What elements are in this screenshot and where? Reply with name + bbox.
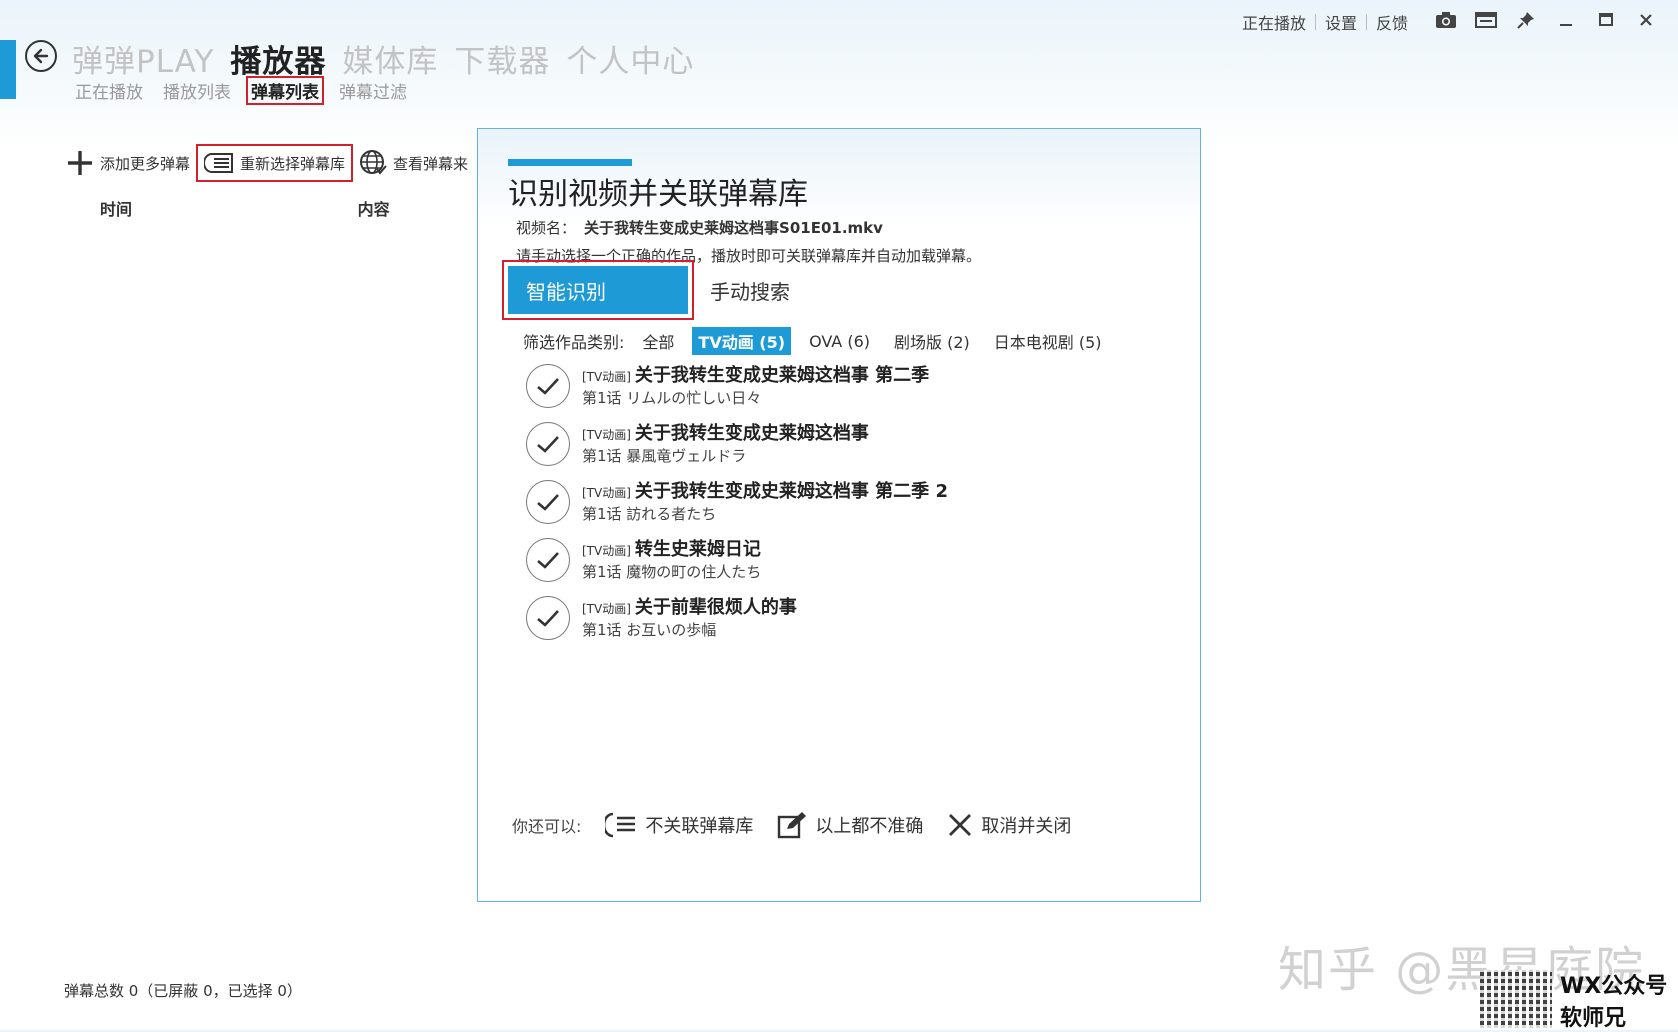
window-icon[interactable] xyxy=(1470,8,1502,32)
filter-all[interactable]: 全部 xyxy=(636,327,680,355)
window-controls xyxy=(1430,8,1662,32)
result-episode: 第1话 魔物の町の住人たち xyxy=(582,563,762,581)
pin-icon[interactable] xyxy=(1510,8,1542,32)
mode-tabs: 智能识别 手动搜索 xyxy=(502,260,790,320)
column-time[interactable]: 时间 xyxy=(100,196,352,220)
filter-label: 筛选作品类别: xyxy=(523,333,625,352)
add-danmaku-button[interactable]: 添加更多弹幕 xyxy=(64,145,192,181)
left-accent-bar xyxy=(0,40,16,99)
no-link-label: 不关联弹幕库 xyxy=(645,816,754,837)
back-button[interactable] xyxy=(25,40,57,72)
nav-player[interactable]: 播放器 xyxy=(230,36,326,81)
match-dialog: 识别视频并关联弹幕库 视频名： 关于我转生变成史莱姆这档事S01E01.mkv 请… xyxy=(477,128,1201,902)
checkmark-icon[interactable] xyxy=(526,596,570,640)
view-source-label: 查看弹幕来 xyxy=(393,154,469,173)
filter-movie[interactable]: 剧场版 (2) xyxy=(888,327,976,355)
video-label: 视频名： xyxy=(516,219,577,237)
result-tag: [TV动画] xyxy=(582,370,631,384)
close-x-icon xyxy=(949,814,972,836)
column-content[interactable]: 内容 xyxy=(358,200,390,219)
wx-label: WX公众号 xyxy=(1560,974,1668,999)
arrow-left-icon xyxy=(33,48,49,64)
no-link-button[interactable]: 不关联弹幕库 xyxy=(605,812,753,838)
list-item[interactable]: [TV动画] 关于我转生变成史莱姆这档事 第二季第1话 リムルの忙しい日々 xyxy=(526,364,1166,422)
list-item[interactable]: [TV动画] 关于前辈很烦人的事第1话 お互いの歩幅 xyxy=(526,596,1166,654)
result-title: 关于我转生变成史莱姆这档事 第二季 xyxy=(634,365,930,386)
reselect-library-button[interactable]: 重新选择弹幕库 xyxy=(196,144,354,182)
tab-now-playing[interactable]: 正在播放 xyxy=(72,78,146,103)
list-item[interactable]: [TV动画] 关于我转生变成史莱姆这档事 第二季 2 第1话 訪れる者たち xyxy=(526,480,1166,538)
result-episode: 第1话 暴風竜ヴェルドラ xyxy=(582,447,747,465)
divider xyxy=(1365,14,1367,30)
dialog-instruction: 请手动选择一个正确的作品，播放时即可关联弹幕库并自动加载弹幕。 xyxy=(516,247,982,265)
filter-tv-anime[interactable]: TV动画 (5) xyxy=(692,327,792,355)
result-tag: [TV动画] xyxy=(582,602,631,616)
checkmark-icon[interactable] xyxy=(526,480,570,524)
video-filename: 关于我转生变成史莱姆这档事S01E01.mkv xyxy=(584,219,883,237)
edit-icon xyxy=(778,812,807,839)
dialog-footer: 你还可以: 不关联弹幕库 以上都不准确 取消并关闭 xyxy=(512,811,1071,839)
danmaku-off-icon xyxy=(605,812,636,838)
result-title: 转生史莱姆日记 xyxy=(634,539,761,560)
tab-manual-search[interactable]: 手动搜索 xyxy=(710,276,790,305)
nav-downloader[interactable]: 下载器 xyxy=(454,36,550,81)
result-episode: 第1话 訪れる者たち xyxy=(582,505,717,523)
main-nav: 弹弹PLAY 播放器 媒体库 下载器 个人中心 xyxy=(72,36,694,81)
inaccurate-button[interactable]: 以上都不准确 xyxy=(777,811,923,839)
result-episode: 第1话 お互いの歩幅 xyxy=(582,621,717,639)
result-tag: [TV动画] xyxy=(582,428,631,442)
qr-code-icon xyxy=(1480,970,1552,1028)
cancel-close-button[interactable]: 取消并关闭 xyxy=(947,812,1071,838)
camera-icon[interactable] xyxy=(1430,8,1462,32)
smart-tab-highlight: 智能识别 xyxy=(502,260,694,320)
list-item[interactable]: [TV动画] 关于我转生变成史莱姆这档事第1话 暴風竜ヴェルドラ xyxy=(526,422,1166,480)
video-name-line: 视频名： 关于我转生变成史莱姆这档事S01E01.mkv xyxy=(516,217,883,238)
column-headers: 时间 内容 xyxy=(100,196,390,220)
nav-personal-center[interactable]: 个人中心 xyxy=(566,36,694,81)
close-icon[interactable] xyxy=(1630,8,1662,32)
nav-media-library[interactable]: 媒体库 xyxy=(342,36,438,81)
dialog-title: 识别视频并关联弹幕库 xyxy=(508,177,808,212)
sub-nav: 正在播放 播放列表 弹幕列表 弹幕过滤 xyxy=(72,76,410,105)
checkmark-icon[interactable] xyxy=(526,538,570,582)
danmaku-stats: 弹幕总数 0（已屏蔽 0，已选择 0） xyxy=(64,982,302,1000)
wx-sub-label: 软师兄 xyxy=(1560,1006,1627,1031)
divider xyxy=(1314,14,1316,30)
add-danmaku-label: 添加更多弹幕 xyxy=(100,154,191,173)
footer-lead: 你还可以: xyxy=(512,817,582,836)
tab-danmaku-filter[interactable]: 弹幕过滤 xyxy=(336,78,410,103)
danmaku-toolbar: 添加更多弹幕 重新选择弹幕库 查看弹幕来 xyxy=(64,144,470,182)
nav-danmaku-play[interactable]: 弹弹PLAY xyxy=(72,36,214,81)
result-title: 关于我转生变成史莱姆这档事 第二季 2 xyxy=(634,481,948,502)
titlebar-feedback[interactable]: 反馈 xyxy=(1376,10,1408,34)
plus-icon xyxy=(68,151,92,175)
result-title: 关于前辈很烦人的事 xyxy=(634,597,797,618)
danmaku-library-icon xyxy=(204,153,234,173)
list-item[interactable]: [TV动画] 转生史莱姆日记第1话 魔物の町の住人たち xyxy=(526,538,1166,596)
tab-danmaku-list[interactable]: 弹幕列表 xyxy=(246,76,324,105)
result-list: [TV动画] 关于我转生变成史莱姆这档事 第二季 第1话 リムルの忙しい日々 [TV… xyxy=(526,364,1166,654)
titlebar-settings[interactable]: 设置 xyxy=(1325,10,1357,34)
tab-playlist[interactable]: 播放列表 xyxy=(160,78,234,103)
filter-jp-drama[interactable]: 日本电视剧 (5) xyxy=(988,327,1108,355)
dialog-accent-bar xyxy=(508,159,632,166)
view-source-button[interactable]: 查看弹幕来 xyxy=(357,145,470,181)
titlebar-now-playing[interactable]: 正在播放 xyxy=(1242,10,1306,34)
reselect-library-label: 重新选择弹幕库 xyxy=(240,154,346,173)
checkmark-icon[interactable] xyxy=(526,422,570,466)
cancel-close-label: 取消并关闭 xyxy=(981,816,1072,837)
globe-icon xyxy=(360,150,387,175)
result-tag: [TV动画] xyxy=(582,486,631,500)
titlebar-links: 正在播放 设置 反馈 xyxy=(1242,10,1408,34)
minimize-icon[interactable] xyxy=(1550,8,1582,32)
result-tag: [TV动画] xyxy=(582,544,631,558)
inaccurate-label: 以上都不准确 xyxy=(815,816,924,837)
result-title: 关于我转生变成史莱姆这档事 xyxy=(634,423,869,444)
category-filter: 筛选作品类别: 全部 TV动画 (5) OVA (6) 剧场版 (2) 日本电视… xyxy=(523,327,1108,355)
filter-ova[interactable]: OVA (6) xyxy=(803,330,876,353)
tab-smart-recognition[interactable]: 智能识别 xyxy=(508,266,688,314)
checkmark-icon[interactable] xyxy=(526,364,570,408)
result-episode: 第1话 リムルの忙しい日々 xyxy=(582,389,762,407)
maximize-icon[interactable] xyxy=(1590,8,1622,32)
